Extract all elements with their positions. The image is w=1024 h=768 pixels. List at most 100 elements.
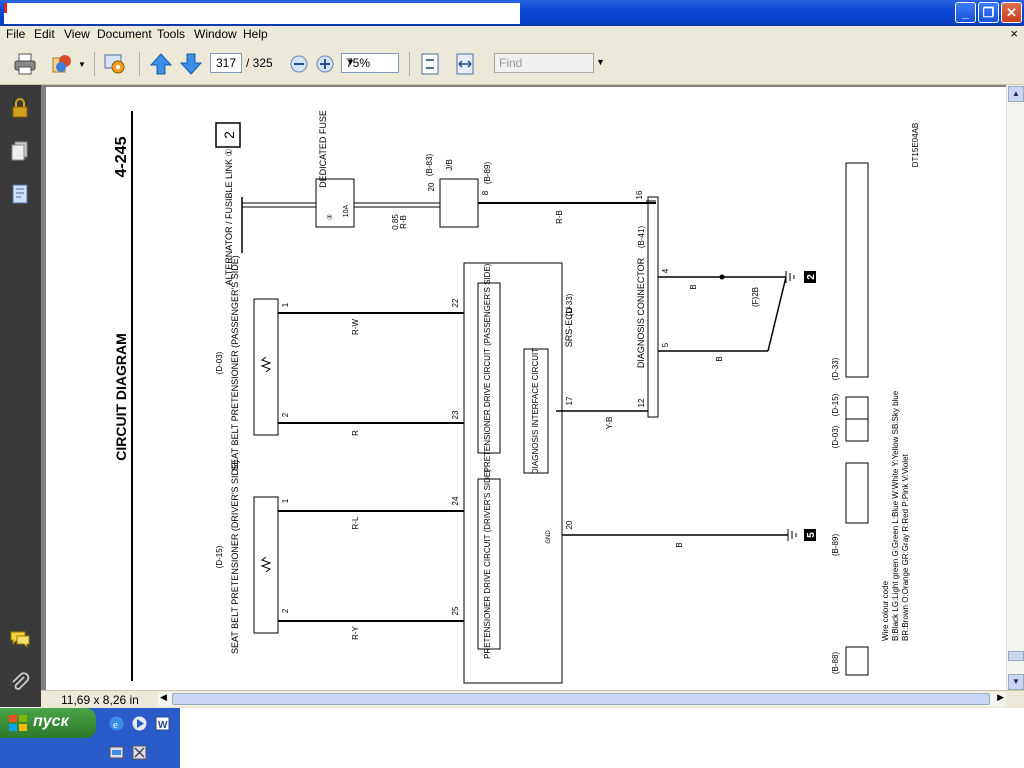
organizer-icon[interactable] (50, 52, 74, 76)
wire-p2b-label: (F)2B (751, 287, 760, 307)
show-desktop-icon[interactable] (108, 744, 125, 761)
menu-window[interactable]: Window (194, 27, 237, 41)
pin-25: 25 (451, 606, 460, 615)
pass-drive-circuit-label: PRETENSIONER DRIVE CIRCUIT (PASSENGER'S … (483, 263, 492, 472)
diag-pin-4: 4 (661, 268, 670, 273)
fit-page-icon[interactable] (418, 52, 442, 76)
diag-pin-16: 16 (635, 190, 644, 199)
page-number: 4-245 (113, 136, 130, 177)
zoom-select[interactable]: 75% ▼ (341, 53, 399, 73)
pin-22: 22 (451, 298, 460, 307)
app-icon (4, 3, 7, 13)
legend-line: BR:Brown O:Orange GR:Gray R:Red P:Pink V… (901, 453, 910, 641)
print-icon[interactable] (13, 52, 37, 76)
connector-ref: (D-33) (831, 357, 840, 380)
menu-help[interactable]: Help (243, 27, 268, 41)
internet-explorer-icon[interactable]: e (108, 715, 125, 732)
scroll-right-icon[interactable]: ▶ (997, 692, 1004, 703)
next-page-icon[interactable] (179, 52, 203, 76)
fuse-number: ③ (326, 214, 334, 220)
connector-ref: (D-03) (831, 425, 840, 448)
find-input[interactable]: Find (494, 53, 594, 73)
navigation-sidebar (0, 85, 41, 707)
media-player-icon[interactable] (131, 715, 148, 732)
legend-title: Wire colour code (881, 580, 890, 641)
vertical-scrollbar[interactable]: ▲ ▼ (1006, 85, 1024, 692)
close-document-button[interactable]: × (1010, 26, 1018, 41)
fuse-rating: 10A (343, 204, 350, 217)
scroll-down-icon[interactable]: ▼ (1008, 674, 1024, 690)
legend-line: B:Black LG:Light green G:Green L:Blue W:… (891, 390, 900, 641)
diag-interface-label: DIAGNOSIS INTERFACE CIRCUIT (531, 348, 540, 474)
tools-icon[interactable] (131, 744, 148, 761)
menu-bar: File Edit View Document Tools Window Hel… (0, 26, 1024, 44)
minimize-button[interactable]: _ (955, 2, 976, 23)
squib-resistor (260, 356, 272, 373)
wire-b-label: B (715, 356, 724, 361)
settings-gear-icon[interactable] (103, 52, 127, 76)
taskbar: пуск e W (0, 708, 1024, 768)
jb-ref-2: (B-89) (483, 162, 492, 185)
menu-document[interactable]: Document (97, 27, 152, 41)
scroll-left-icon[interactable]: ◀ (160, 692, 167, 703)
organizer-dropdown-icon[interactable]: ▼ (78, 60, 86, 69)
pdf-page[interactable]: 4-245 CIRCUIT DIAGRAM 2 DT15E04AB ALTERN… (46, 87, 1006, 690)
fit-width-icon[interactable] (453, 52, 477, 76)
scroll-up-icon[interactable]: ▲ (1008, 86, 1024, 102)
junction-block (439, 178, 479, 228)
scroll-thumb[interactable] (172, 693, 990, 705)
toolbar-separator (94, 52, 95, 76)
drv-pin-2: 2 (281, 608, 290, 613)
gnd-label: GND (546, 530, 552, 544)
zoom-out-icon[interactable] (289, 54, 309, 74)
pass-pin-2: 2 (281, 412, 290, 417)
connector-face (845, 646, 869, 676)
wire-gnd-label: B (675, 542, 684, 547)
pages-icon[interactable] (9, 140, 31, 162)
connector-face (845, 396, 869, 420)
page-number-input[interactable]: 317 (210, 53, 242, 73)
connector-ref: (D-15) (831, 393, 840, 416)
diag-ref: (B-41) (637, 226, 646, 249)
page-box-number: 2 (221, 131, 237, 139)
find-placeholder: Find (499, 56, 523, 70)
drawing-code: DT15E04AB (911, 123, 920, 167)
start-button[interactable]: пуск (0, 708, 96, 738)
menu-view[interactable]: View (64, 27, 90, 41)
menu-file[interactable]: File (6, 27, 25, 41)
ground-symbol (787, 529, 797, 541)
wire-yb-label: Y-B (605, 417, 614, 430)
start-label: пуск (33, 713, 69, 730)
attachments-paperclip-icon[interactable] (9, 671, 31, 693)
drv-pretensioner-label: SEAT BELT PRETENSIONER (DRIVER'S SIDE) (230, 460, 240, 654)
wire (767, 276, 787, 352)
close-button[interactable]: ✕ (1001, 2, 1022, 23)
circuit-diagram: 4-245 CIRCUIT DIAGRAM 2 DT15E04AB ALTERN… (113, 110, 920, 684)
menu-tools[interactable]: Tools (157, 27, 185, 41)
comments-icon[interactable] (9, 628, 31, 650)
horizontal-scrollbar[interactable]: ◀ ▶ (158, 692, 1006, 706)
wire-b-label: B (689, 284, 698, 289)
wire-color: R-B (399, 215, 408, 229)
bookmarks-icon[interactable] (9, 183, 31, 205)
connector-face (845, 462, 869, 524)
scroll-thumb[interactable] (1008, 651, 1024, 661)
wire-rw-label: R-W (351, 319, 360, 335)
lock-icon[interactable] (9, 97, 31, 119)
taskbar-panel: пуск e W (0, 708, 180, 768)
wire-rl-label: R-L (351, 516, 360, 529)
word-icon[interactable]: W (154, 715, 171, 732)
maximize-button[interactable]: ❐ (978, 2, 999, 23)
find-dropdown-icon[interactable]: ▼ (596, 57, 605, 67)
toolbar-separator (409, 52, 410, 76)
jb-pin-in: 20 (427, 182, 436, 191)
diagnosis-connector (647, 196, 659, 418)
menu-edit[interactable]: Edit (34, 27, 55, 41)
previous-page-icon[interactable] (149, 52, 173, 76)
zoom-in-icon[interactable] (315, 54, 335, 74)
splice-point (719, 274, 725, 280)
pin-24: 24 (451, 496, 460, 505)
diag-pin-5: 5 (661, 342, 670, 347)
drv-drive-circuit-label: PRETENSIONER DRIVE CIRCUIT (DRIVER'S SID… (483, 469, 492, 659)
chevron-down-icon[interactable]: ▼ (346, 57, 395, 67)
